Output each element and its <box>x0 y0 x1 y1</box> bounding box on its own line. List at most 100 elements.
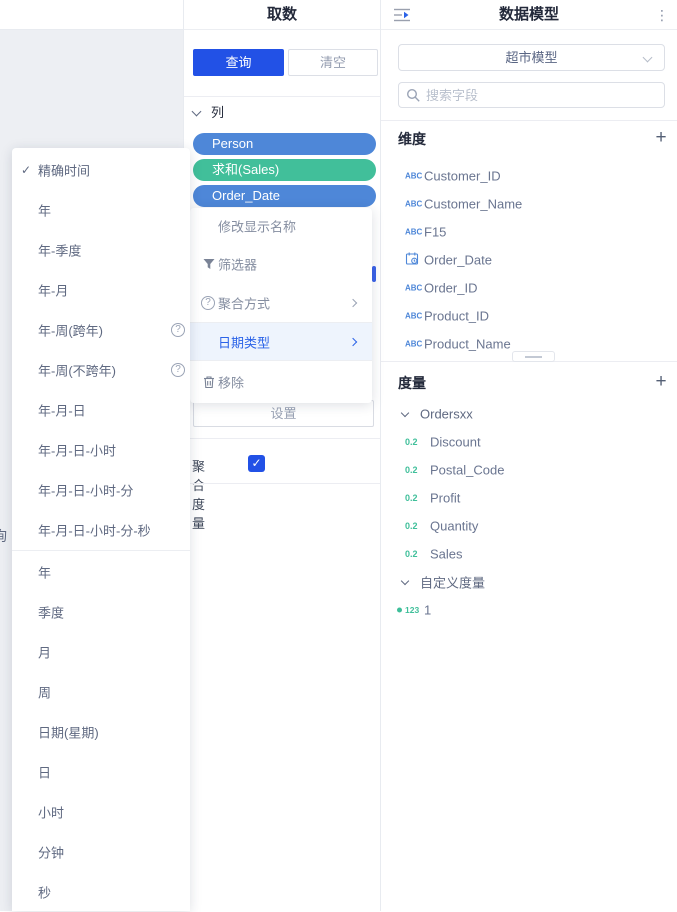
date-type-option[interactable]: 年 <box>12 552 190 592</box>
help-icon[interactable]: ? <box>171 323 185 337</box>
numeric-field-icon: 0.2 <box>405 549 418 559</box>
date-type-option[interactable]: 年-周(不跨年) ? <box>12 350 190 390</box>
date-type-option-label: 小时 <box>38 803 64 822</box>
field-name: Order_Date <box>424 253 492 268</box>
field-name: 1 <box>424 603 431 618</box>
measure-row[interactable]: 0.2 Sales <box>381 540 677 568</box>
field-search <box>398 82 665 108</box>
aggregate-measure-checkbox[interactable]: ✓ <box>248 455 265 472</box>
date-type-option-label: 季度 <box>38 603 64 622</box>
field-pill-order-date[interactable]: Order_Date <box>193 185 376 207</box>
dimension-row[interactable]: ABC Order_ID <box>381 274 677 302</box>
dimension-row[interactable]: ABC Customer_ID <box>381 162 677 190</box>
calculated-measure-row[interactable]: 123 1 <box>381 596 677 624</box>
date-type-option[interactable]: 年 <box>12 190 190 230</box>
settings-button[interactable]: 设置 <box>193 400 374 427</box>
help-icon[interactable]: ? <box>171 363 185 377</box>
menu-item-date-type[interactable]: 日期类型 <box>190 323 372 360</box>
measure-row[interactable]: 0.2 Discount <box>381 428 677 456</box>
add-measure-icon[interactable]: + <box>653 374 669 390</box>
chevron-down-icon <box>401 577 409 585</box>
dimension-row[interactable]: ABC F15 <box>381 218 677 246</box>
field-context-menu: 修改显示名称 筛选器 ? 聚合方式 日期类型 移除 <box>190 208 372 403</box>
query-button[interactable]: 查询 <box>193 49 284 76</box>
date-type-option[interactable]: 年-季度 <box>12 230 190 270</box>
field-name: F15 <box>424 225 446 240</box>
date-type-option-label: 秒 <box>38 883 51 902</box>
menu-item-rename[interactable]: 修改显示名称 <box>190 208 372 244</box>
integer-field-icon: 123 <box>405 605 419 615</box>
text-field-icon: ABC <box>405 200 422 209</box>
help-icon: ? <box>201 296 215 310</box>
divider <box>184 96 380 97</box>
date-type-option[interactable]: 小时 <box>12 792 190 832</box>
measure-row[interactable]: 0.2 Quantity <box>381 512 677 540</box>
date-type-option[interactable]: 年-月-日-小时-分-秒 <box>12 510 190 550</box>
date-type-option[interactable]: 季度 <box>12 592 190 632</box>
measure-row[interactable]: 0.2 Profit <box>381 484 677 512</box>
field-pill-person[interactable]: Person <box>193 133 376 155</box>
search-icon <box>406 88 421 106</box>
add-dimension-icon[interactable]: + <box>653 130 669 146</box>
scrollbar-thumb[interactable] <box>372 266 376 282</box>
fetch-panel-title: 取数 <box>184 0 380 30</box>
measure-row[interactable]: 0.2 Postal_Code <box>381 456 677 484</box>
date-type-option-label: 月 <box>38 643 51 662</box>
date-type-option[interactable]: 分钟 <box>12 832 190 872</box>
dimension-row[interactable]: ABC Customer_Name <box>381 190 677 218</box>
date-type-option[interactable]: 年-月-日-小时 <box>12 430 190 470</box>
measure-group-name: Ordersxx <box>420 407 473 422</box>
model-select[interactable]: 超市模型 <box>398 44 665 71</box>
model-select-value: 超市模型 <box>399 45 664 70</box>
date-type-option-label: 年-季度 <box>38 241 81 260</box>
dimension-row[interactable]: Order_Date <box>381 246 677 274</box>
divider <box>184 483 380 484</box>
dimension-row[interactable]: ABC Product_ID <box>381 302 677 330</box>
date-type-submenu: ✓ 精确时间 年 年-季度 年-月 年-周(跨年) ? 年-周(不跨年) ? 年… <box>12 148 190 911</box>
top-bar <box>0 0 183 30</box>
divider <box>381 120 677 121</box>
menu-item-remove[interactable]: 移除 <box>190 361 372 403</box>
date-type-option[interactable]: 月 <box>12 632 190 672</box>
field-pill-sum-sales[interactable]: 求和(Sales) <box>193 159 376 181</box>
date-type-option[interactable]: 年-月 <box>12 270 190 310</box>
menu-item-aggregation[interactable]: ? 聚合方式 <box>190 284 372 322</box>
date-type-option[interactable]: 日期(星期) <box>12 712 190 752</box>
clipped-background-text: 询 <box>0 526 7 546</box>
date-type-option[interactable]: 年-周(跨年) ? <box>12 310 190 350</box>
numeric-field-icon: 0.2 <box>405 437 418 447</box>
date-type-option[interactable]: 日 <box>12 752 190 792</box>
measure-group-row[interactable]: Ordersxx <box>381 400 677 428</box>
section-resize-handle[interactable] <box>512 351 555 362</box>
divider <box>184 438 380 439</box>
more-options-icon[interactable]: ⋮ <box>655 6 669 24</box>
date-type-option-label: 年-月-日 <box>38 401 86 420</box>
trash-icon <box>202 375 216 389</box>
date-type-option-label: 精确时间 <box>38 161 90 180</box>
field-name: Customer_Name <box>424 197 522 212</box>
date-type-option[interactable]: 年-月-日 <box>12 390 190 430</box>
date-type-option-label: 年-月-日-小时-分 <box>38 481 133 500</box>
clear-button[interactable]: 清空 <box>288 49 378 76</box>
chevron-down-icon <box>401 409 409 417</box>
collapse-panel-icon[interactable] <box>393 7 411 23</box>
field-name: Postal_Code <box>430 463 504 478</box>
date-type-option[interactable]: 周 <box>12 672 190 712</box>
date-type-option[interactable]: 秒 <box>12 872 190 912</box>
date-type-option[interactable]: 年-月-日-小时-分 <box>12 470 190 510</box>
search-input[interactable] <box>426 84 656 106</box>
measure-group-row[interactable]: 自定义度量 <box>381 568 677 596</box>
date-type-option[interactable]: ✓ 精确时间 <box>12 150 190 190</box>
text-field-icon: ABC <box>405 172 422 181</box>
menu-item-filter[interactable]: 筛选器 <box>190 244 372 284</box>
divider <box>12 550 190 551</box>
numeric-field-icon: 0.2 <box>405 493 418 503</box>
date-type-option-label: 年-月-日-小时 <box>38 441 116 460</box>
text-field-icon: ABC <box>405 284 422 293</box>
field-name: Profit <box>430 491 460 506</box>
field-name: Order_ID <box>424 281 477 296</box>
calculated-field-dot-icon <box>397 608 402 613</box>
date-field-icon <box>405 252 419 269</box>
date-type-option-label: 年-周(跨年) <box>38 321 103 340</box>
chevron-down-icon <box>192 107 202 117</box>
